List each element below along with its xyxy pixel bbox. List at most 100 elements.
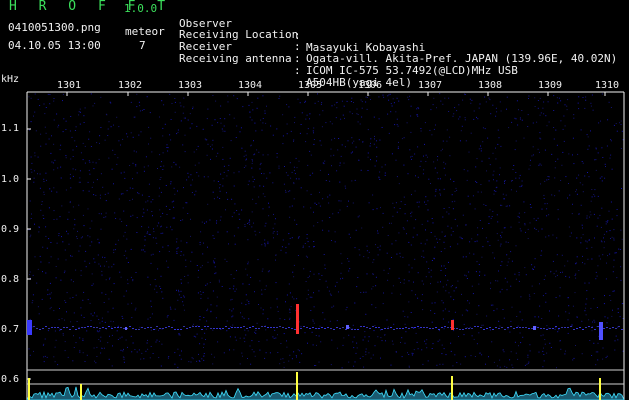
noise-speck: [79, 111, 81, 113]
noise-speck: [98, 242, 100, 243]
noise-speck: [166, 147, 168, 148]
noise-speck: [420, 242, 422, 244]
noise-speck: [358, 139, 360, 141]
noise-speck: [53, 119, 55, 121]
noise-speck: [497, 221, 499, 223]
noise-speck: [206, 310, 208, 312]
noise-speck: [492, 174, 494, 176]
noise-speck: [357, 121, 359, 123]
noise-speck: [573, 357, 575, 359]
noise-speck: [525, 274, 527, 276]
noise-speck: [613, 237, 615, 239]
echo-speck: [519, 327, 521, 328]
echo-speck: [420, 327, 422, 328]
noise-speck: [611, 168, 613, 170]
noise-speck: [135, 272, 137, 273]
noise-speck: [206, 320, 208, 322]
noise-speck: [558, 190, 560, 192]
noise-speck: [404, 204, 406, 205]
noise-speck: [408, 280, 410, 282]
noise-speck: [517, 215, 519, 217]
echo-speck: [399, 328, 401, 329]
noise-speck: [137, 192, 139, 194]
noise-speck: [303, 268, 305, 270]
noise-speck: [364, 331, 366, 333]
noise-speck: [334, 104, 336, 106]
noise-speck: [519, 311, 521, 313]
noise-speck: [374, 138, 375, 140]
noise-speck: [617, 308, 619, 309]
noise-speck: [293, 264, 295, 266]
noise-speck: [192, 358, 194, 360]
noise-speck: [405, 331, 407, 333]
noise-speck: [606, 355, 608, 357]
noise-speck: [537, 100, 539, 101]
noise-speck: [332, 213, 334, 215]
noise-speck: [138, 134, 140, 136]
noise-speck: [517, 358, 519, 360]
noise-speck: [84, 260, 86, 262]
noise-speck: [306, 234, 308, 235]
noise-speck: [241, 302, 243, 304]
noise-speck: [430, 109, 432, 111]
noise-speck: [501, 288, 503, 290]
noise-speck: [211, 124, 213, 126]
noise-speck: [80, 274, 82, 276]
noise-speck: [146, 209, 148, 211]
noise-speck: [64, 319, 65, 321]
noise-speck: [207, 108, 209, 110]
noise-speck: [153, 231, 155, 233]
noise-speck: [79, 177, 81, 179]
noise-speck: [514, 149, 516, 151]
noise-speck: [246, 299, 248, 301]
noise-speck: [196, 149, 198, 151]
noise-speck: [301, 353, 303, 355]
noise-speck: [546, 203, 548, 205]
noise-speck: [417, 146, 419, 148]
noise-speck: [37, 268, 39, 270]
noise-speck: [159, 154, 161, 156]
noise-speck: [512, 367, 514, 368]
noise-speck: [464, 274, 466, 276]
noise-speck: [544, 339, 546, 340]
noise-speck: [160, 216, 162, 218]
noise-speck: [406, 233, 407, 235]
noise-speck: [79, 337, 81, 339]
noise-speck: [283, 333, 285, 335]
noise-speck: [547, 327, 549, 329]
noise-speck: [585, 314, 587, 316]
noise-speck: [399, 208, 401, 209]
noise-speck: [178, 291, 180, 293]
noise-speck: [442, 216, 444, 218]
noise-speck: [30, 218, 32, 219]
noise-speck: [157, 268, 159, 270]
noise-speck: [399, 252, 401, 254]
noise-speck: [182, 301, 184, 303]
noise-speck: [351, 113, 353, 115]
echo-speck: [591, 327, 593, 328]
noise-speck: [89, 236, 91, 238]
noise-speck: [266, 177, 268, 179]
noise-speck: [353, 365, 355, 367]
noise-speck: [294, 173, 296, 175]
noise-speck: [496, 180, 498, 182]
noise-speck: [230, 299, 232, 301]
echo-speck: [474, 326, 476, 327]
noise-speck: [285, 172, 287, 174]
noise-speck: [43, 191, 45, 193]
noise-speck: [288, 283, 290, 285]
noise-speck: [202, 253, 204, 255]
noise-speck: [147, 200, 149, 202]
noise-speck: [60, 279, 62, 281]
echo-speck: [564, 327, 566, 328]
noise-speck: [315, 335, 317, 336]
noise-speck: [262, 122, 264, 124]
noise-speck: [213, 180, 215, 182]
noise-speck: [497, 129, 499, 131]
echo-speck: [429, 328, 431, 329]
noise-speck: [558, 97, 560, 99]
noise-speck: [162, 297, 164, 299]
noise-speck: [476, 182, 478, 183]
noise-speck: [305, 141, 307, 143]
noise-speck: [230, 274, 232, 276]
